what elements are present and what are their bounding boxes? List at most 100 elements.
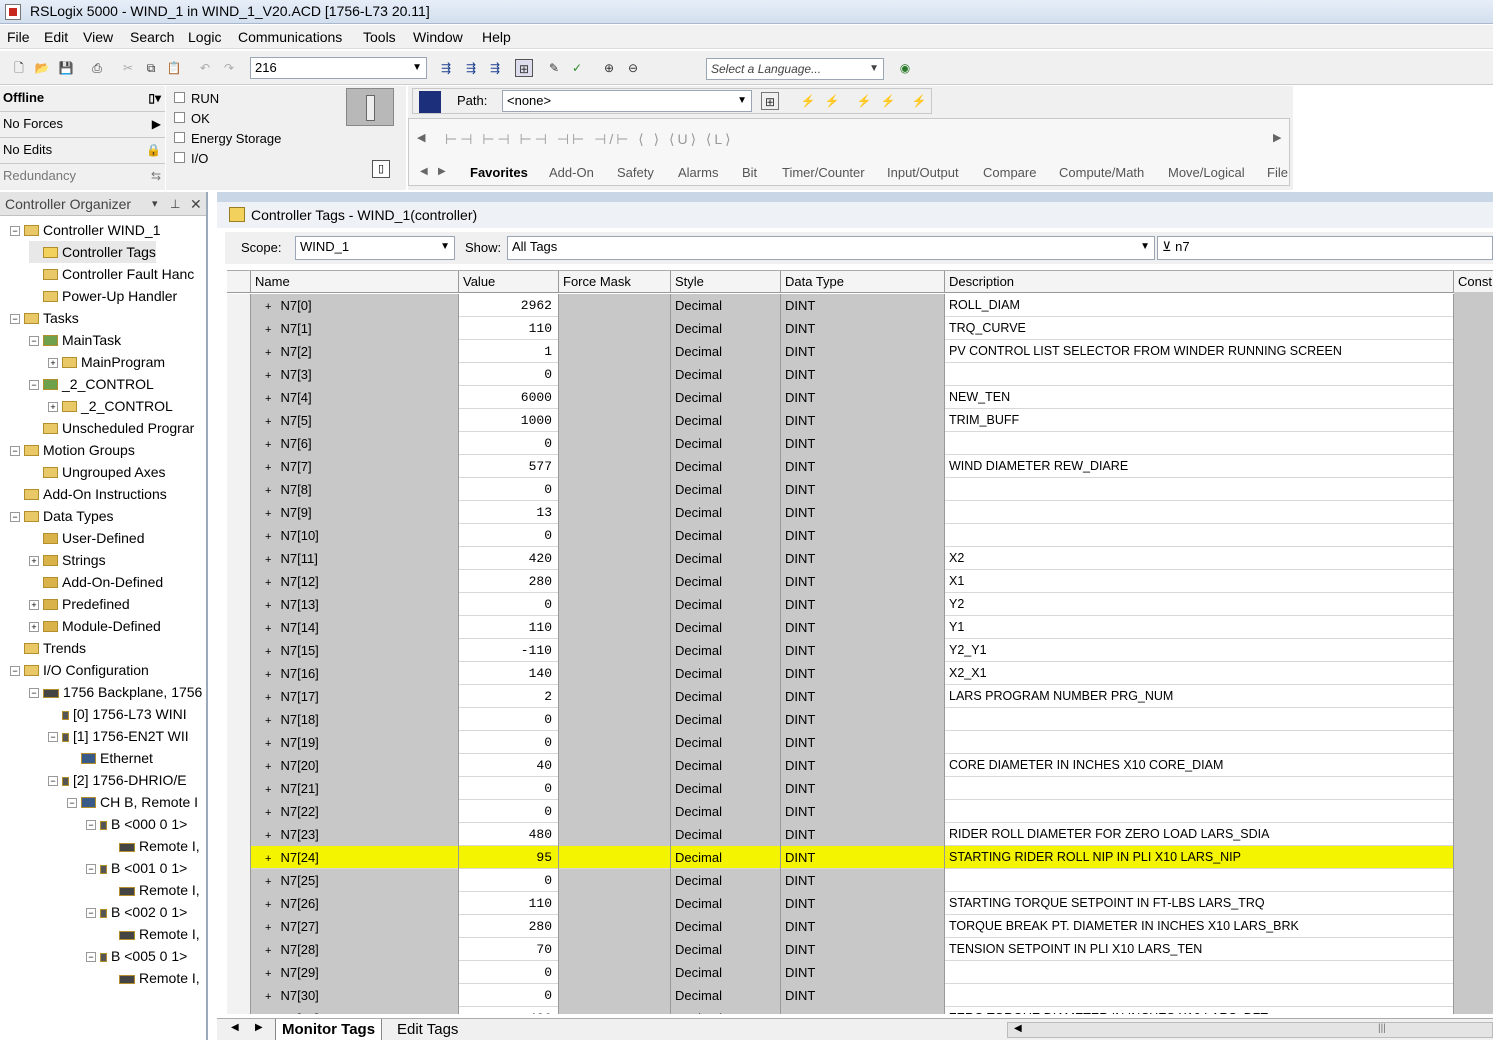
row-selector[interactable] (227, 639, 251, 662)
tag-value-cell[interactable]: 420 (459, 1007, 559, 1014)
collapse-icon[interactable]: − (10, 666, 20, 676)
collapse-icon[interactable]: − (10, 446, 20, 456)
tag-value-cell[interactable]: 0 (459, 984, 559, 1007)
tag-description-cell[interactable] (945, 869, 1454, 892)
tag-description-cell[interactable]: Y2 (945, 593, 1454, 616)
row-selector[interactable] (227, 777, 251, 800)
tag-row[interactable]: + N7[22] 0 Decimal DINT (227, 800, 1493, 823)
tag-value-cell[interactable]: 0 (459, 961, 559, 984)
tag-value-cell[interactable]: 0 (459, 593, 559, 616)
tag-row[interactable]: + N7[11] 420 Decimal DINT X2 (227, 547, 1493, 570)
row-selector[interactable] (227, 432, 251, 455)
row-selector[interactable] (227, 340, 251, 363)
row-selector[interactable] (227, 294, 251, 317)
tag-description-cell[interactable]: TORQUE BREAK PT. DIAMETER IN INCHES X10 … (945, 915, 1454, 938)
row-selector[interactable] (227, 869, 251, 892)
scrollbar-thumb[interactable]: ||| (1378, 1023, 1386, 1034)
tag-description-cell[interactable]: NEW_TEN (945, 386, 1454, 409)
tag-value-cell[interactable]: -110 (459, 639, 559, 662)
tag-value-cell[interactable]: 2 (459, 685, 559, 708)
tag-row[interactable]: + N7[30] 0 Decimal DINT (227, 984, 1493, 1007)
tag-row[interactable]: + N7[0] 2962 Decimal DINT ROLL_DIAM (227, 294, 1493, 317)
row-selector[interactable] (227, 501, 251, 524)
collapse-icon[interactable]: − (10, 314, 20, 324)
tree-item[interactable]: Add-On Instructions (10, 483, 167, 505)
tree-item[interactable]: − 1756 Backplane, 1756 (29, 681, 202, 703)
paste-icon[interactable]: 📋 (165, 59, 183, 77)
row-selector[interactable] (227, 455, 251, 478)
tag-row[interactable]: + N7[27] 280 Decimal DINT TORQUE BREAK PT. D… (227, 915, 1493, 938)
tag-row[interactable]: + N7[14] 110 Decimal DINT Y1 (227, 616, 1493, 639)
tab-bit[interactable]: Bit (742, 165, 757, 180)
zoom-in-icon[interactable]: ⊕ (600, 59, 618, 77)
tag-row[interactable]: + N7[9] 13 Decimal DINT (227, 501, 1493, 524)
cut-icon[interactable]: ✂ (119, 59, 137, 77)
tag-description-cell[interactable] (945, 478, 1454, 501)
tag-row[interactable]: + N7[1] 110 Decimal DINT TRQ_CURVE (227, 317, 1493, 340)
zoom-out-icon[interactable]: ⊖ (624, 59, 642, 77)
tag-row[interactable]: + N7[2] 1 Decimal DINT PV CONTROL LIST SELEC… (227, 340, 1493, 363)
menu-search[interactable]: Search (130, 29, 174, 45)
tag-value-cell[interactable]: 0 (459, 363, 559, 386)
row-selector[interactable] (227, 662, 251, 685)
tag-description-cell[interactable]: LARS PROGRAM NUMBER PRG_NUM (945, 685, 1454, 708)
row-selector[interactable] (227, 616, 251, 639)
row-selector[interactable] (227, 593, 251, 616)
column-header[interactable]: Style (671, 271, 781, 293)
tab-move-logical[interactable]: Move/Logical (1168, 165, 1245, 180)
tree-item[interactable]: Unscheduled Prograr (29, 417, 194, 439)
tag-value-cell[interactable]: 1 (459, 340, 559, 363)
tree-item[interactable]: Add-On-Defined (29, 571, 163, 593)
verify-icon[interactable]: ✎ (545, 59, 563, 77)
menu-view[interactable]: View (83, 29, 113, 45)
row-selector[interactable] (227, 892, 251, 915)
chevron-right-icon[interactable]: ▶ (152, 112, 161, 136)
organizer-toggle-icon[interactable]: ⊞ (515, 59, 533, 77)
tab-add-on[interactable]: Add-On (549, 165, 594, 180)
tree-item[interactable]: Ethernet (67, 747, 153, 769)
rung-number-combo[interactable]: 216 ▼ (250, 57, 427, 79)
tag-row[interactable]: + N7[8] 0 Decimal DINT (227, 478, 1493, 501)
tree-item[interactable]: Controller Tags (29, 241, 156, 263)
go-online-icon[interactable]: ⚡ (799, 92, 817, 110)
tag-value-cell[interactable]: 280 (459, 915, 559, 938)
tab-input-output[interactable]: Input/Output (887, 165, 959, 180)
tag-row[interactable]: + N7[23] 480 Decimal DINT RIDER ROLL DIAMETE… (227, 823, 1493, 846)
collapse-icon[interactable]: − (48, 732, 58, 742)
tag-row[interactable]: + N7[16] 140 Decimal DINT X2_X1 (227, 662, 1493, 685)
verify-controller-icon[interactable]: ✓ (568, 59, 586, 77)
tree-item[interactable]: − _2_CONTROL (29, 373, 154, 395)
controller-properties-icon[interactable]: ▯ (372, 160, 390, 178)
tag-value-cell[interactable]: 95 (459, 846, 559, 869)
scroll-left-icon[interactable]: ◀ (417, 131, 425, 144)
tree-item[interactable]: − CH B, Remote I (67, 791, 198, 813)
tree-item[interactable]: − B <002 0 1> (86, 901, 187, 923)
column-header[interactable] (227, 271, 251, 293)
close-icon[interactable]: ✕ (190, 192, 202, 216)
tag-description-cell[interactable]: X2 (945, 547, 1454, 570)
tab-scroll-left-icon[interactable]: ◀ (420, 166, 428, 177)
save-icon[interactable]: 💾 (57, 59, 75, 77)
tag-value-cell[interactable]: 2962 (459, 294, 559, 317)
row-selector[interactable] (227, 1007, 251, 1014)
tag-value-cell[interactable]: 0 (459, 432, 559, 455)
tag-value-cell[interactable]: 40 (459, 754, 559, 777)
column-header[interactable]: Name (251, 271, 459, 293)
undo-icon[interactable]: ↶ (196, 59, 214, 77)
tree-item[interactable]: Trends (10, 637, 86, 659)
tag-row[interactable]: + N7[25] 0 Decimal DINT (227, 869, 1493, 892)
tab-alarms[interactable]: Alarms (678, 165, 718, 180)
tag-row[interactable]: + N7[28] 70 Decimal DINT TENSION SETPOINT IN… (227, 938, 1493, 961)
row-selector[interactable] (227, 685, 251, 708)
tag-description-cell[interactable] (945, 524, 1454, 547)
tree-item[interactable]: − I/O Configuration (10, 659, 149, 681)
row-selector[interactable] (227, 363, 251, 386)
tag-row[interactable]: + N7[7] 577 Decimal DINT WIND DIAMETER REW_D… (227, 455, 1493, 478)
pin-icon[interactable]: ⊥ (170, 192, 180, 216)
column-header[interactable]: Const (1454, 271, 1493, 293)
tab-scroll-right-icon[interactable]: ▶ (255, 1022, 263, 1033)
find-icon[interactable]: ⇶ (437, 59, 455, 77)
tree-item[interactable]: + Predefined (29, 593, 130, 615)
tag-description-cell[interactable]: RIDER ROLL DIAMETER FOR ZERO LOAD LARS_S… (945, 823, 1454, 846)
language-select[interactable]: Select a Language... ▼ (706, 58, 884, 80)
